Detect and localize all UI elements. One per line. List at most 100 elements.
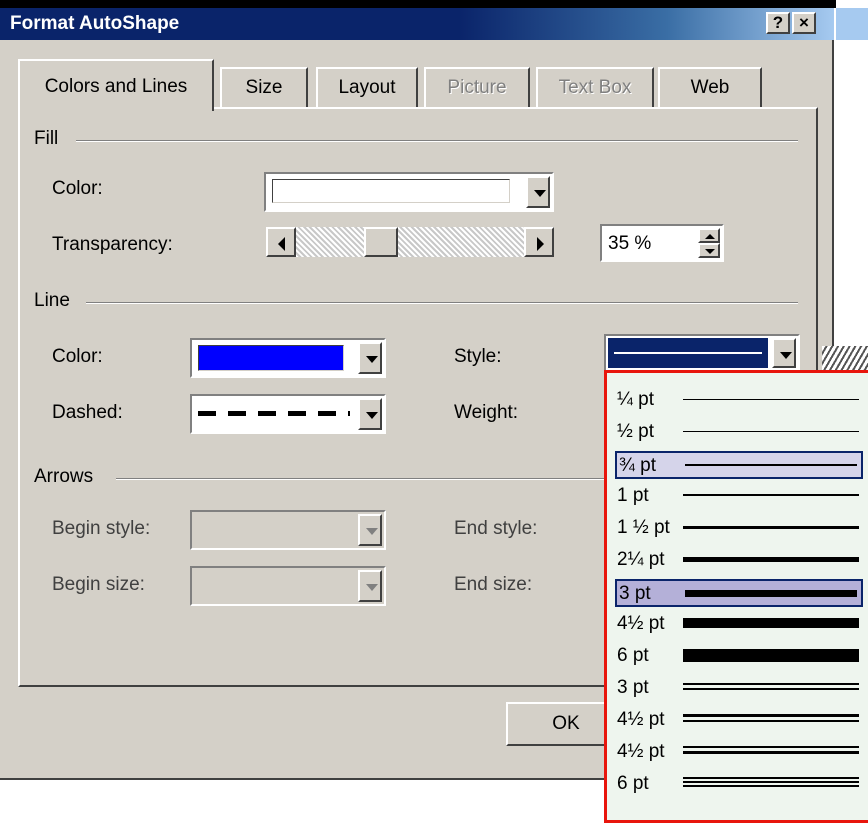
background-shape-hatch (822, 346, 868, 370)
fill-color-label: Color: (52, 178, 103, 199)
tab-size[interactable]: Size (220, 67, 308, 109)
line-weight-option[interactable]: 6 pt (615, 771, 863, 799)
line-stroke (683, 785, 859, 787)
dash-style-preview (198, 411, 350, 416)
chevron-down-icon (780, 352, 792, 359)
line-weight-option[interactable]: ¾ pt (615, 451, 863, 479)
transparency-value: 35 % (608, 233, 652, 254)
begin-style-dropdown[interactable] (190, 510, 386, 550)
line-stroke (683, 781, 859, 783)
line-style-preview (608, 338, 768, 368)
line-sample (683, 398, 859, 400)
transparency-slider-track[interactable] (296, 227, 524, 257)
spinner-buttons (698, 228, 720, 258)
tab-layout[interactable]: Layout (316, 67, 418, 109)
dropdown-button[interactable] (772, 338, 796, 368)
chevron-down-icon (366, 528, 378, 535)
line-sample (685, 464, 857, 466)
tab-label: Colors and Lines (44, 76, 188, 97)
line-style-dropdown[interactable] (604, 334, 800, 372)
line-weight-label: 1 pt (617, 485, 649, 506)
help-button[interactable]: ? (766, 12, 790, 34)
line-weight-option[interactable]: 4½ pt (615, 739, 863, 767)
arrow-down-icon (705, 249, 715, 254)
transparency-spinner[interactable]: 35 % (600, 224, 724, 262)
transparency-scroll-left[interactable] (266, 227, 296, 257)
spin-up-button[interactable] (698, 228, 720, 243)
line-stroke (683, 683, 859, 685)
line-weight-option[interactable]: 3 pt (615, 579, 863, 607)
begin-size-dropdown[interactable] (190, 566, 386, 606)
fill-color-dropdown[interactable] (264, 172, 554, 212)
line-weight-option[interactable]: 4½ pt (615, 611, 863, 639)
line-sample (683, 618, 859, 628)
line-weight-label: 3 pt (617, 677, 649, 698)
line-weight-option[interactable]: 3 pt (615, 675, 863, 703)
line-weight-label: 3 pt (619, 583, 651, 604)
line-weight-label: ¼ pt (617, 389, 654, 410)
begin-style-label: Begin style: (52, 518, 151, 539)
line-weight-option[interactable]: 4½ pt (615, 707, 863, 735)
background-titlebar (836, 8, 868, 40)
line-section-label: Line (34, 290, 70, 311)
line-weight-label: ½ pt (617, 421, 654, 442)
line-weight-label: 4½ pt (617, 741, 665, 762)
line-weight-label: 6 pt (617, 645, 649, 666)
arrow-right-icon (537, 237, 544, 251)
transparency-scroll-right[interactable] (524, 227, 554, 257)
line-weight-option[interactable]: ½ pt (615, 419, 863, 447)
chevron-down-icon (366, 412, 378, 419)
weight-label: Weight: (454, 402, 519, 423)
line-stroke (683, 746, 859, 748)
fill-color-swatch (272, 179, 510, 203)
line-stroke (683, 777, 859, 779)
fill-divider (76, 140, 798, 142)
dropdown-button[interactable] (358, 342, 382, 374)
window-title: Format AutoShape (10, 13, 180, 34)
dashed-label: Dashed: (52, 402, 123, 423)
dashed-dropdown[interactable] (190, 394, 386, 434)
spin-down-button[interactable] (698, 243, 720, 258)
line-divider (86, 302, 798, 304)
line-stroke (683, 751, 859, 754)
line-sample (683, 556, 859, 562)
line-weight-label: 4½ pt (617, 709, 665, 730)
line-sample (683, 771, 859, 795)
line-sample (683, 648, 859, 662)
line-weight-option[interactable]: 1 pt (615, 483, 863, 511)
arrows-divider (116, 478, 606, 480)
close-button[interactable]: × (792, 12, 816, 34)
dropdown-button[interactable] (358, 570, 382, 602)
line-weight-label: 6 pt (617, 773, 649, 794)
help-icon: ? (772, 13, 784, 32)
dropdown-button[interactable] (358, 398, 382, 430)
style-label: Style: (454, 346, 502, 367)
arrow-up-icon (705, 234, 715, 239)
tab-colors-and-lines[interactable]: Colors and Lines (18, 59, 214, 111)
line-sample (685, 589, 857, 597)
arrow-left-icon (278, 237, 285, 251)
line-weight-label: 4½ pt (617, 613, 665, 634)
chevron-down-icon (366, 356, 378, 363)
line-sample (683, 494, 859, 496)
line-weight-option[interactable]: 6 pt (615, 643, 863, 671)
line-sample (683, 675, 859, 699)
tab-picture[interactable]: Picture (424, 67, 530, 109)
transparency-slider-thumb[interactable] (363, 227, 398, 257)
close-icon: × (799, 13, 809, 32)
line-weight-label: 1 ½ pt (617, 517, 670, 538)
line-sample (683, 707, 859, 731)
line-weight-label: 2¼ pt (617, 549, 665, 570)
dropdown-button[interactable] (358, 514, 382, 546)
dropdown-button[interactable] (526, 176, 550, 208)
line-style-sample (614, 352, 762, 354)
line-style-dropdown-list[interactable]: ¼ pt ½ pt ¾ pt 1 pt 1 ½ pt 2¼ pt 3 pt 4½ pt 6 pt… (604, 370, 868, 823)
line-color-dropdown[interactable] (190, 338, 386, 378)
tab-text-box[interactable]: Text Box (536, 67, 654, 109)
line-weight-option[interactable]: 1 ½ pt (615, 515, 863, 543)
line-weight-option[interactable]: 2¼ pt (615, 547, 863, 575)
title-bar[interactable]: Format AutoShape ? × (0, 8, 834, 40)
tab-web[interactable]: Web (658, 67, 762, 109)
line-sample (683, 430, 859, 432)
line-weight-option[interactable]: ¼ pt (615, 387, 863, 415)
